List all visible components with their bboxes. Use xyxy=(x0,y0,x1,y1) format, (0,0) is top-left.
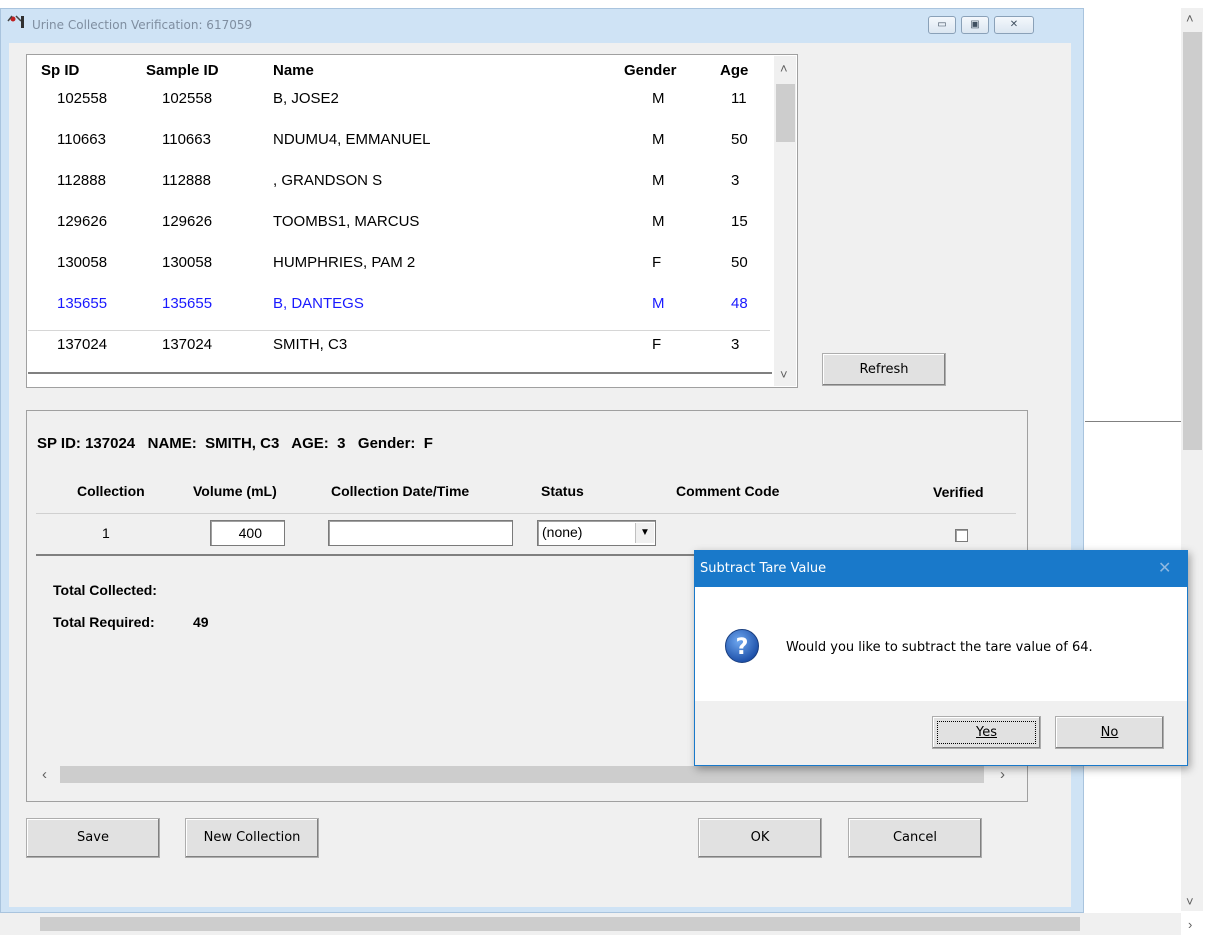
grid-cell-name[interactable]: B, DANTEGS xyxy=(273,295,364,312)
grid-scroll-up-icon[interactable]: ˄ xyxy=(780,62,788,75)
grid-cell-name[interactable]: HUMPHRIES, PAM 2 xyxy=(273,254,415,271)
grid-cell-sp-id[interactable]: 102558 xyxy=(57,90,107,107)
grid-scroll-down-icon[interactable]: ˅ xyxy=(780,368,788,381)
grid-cell-sp-id[interactable]: 110663 xyxy=(57,131,106,148)
grid-cell-age[interactable]: 11 xyxy=(731,90,747,107)
grid-cell-sample-id[interactable]: 102558 xyxy=(162,90,212,107)
panel-scroll-right-icon[interactable]: › xyxy=(1000,767,1005,782)
grid-cell-sample-id[interactable]: 135655 xyxy=(162,295,212,312)
grid-cell-age[interactable]: 15 xyxy=(731,213,748,230)
col-header-gender[interactable]: Gender xyxy=(624,62,677,79)
grid-scroll-thumb[interactable] xyxy=(776,84,795,142)
new-collection-button[interactable]: New Collection xyxy=(185,818,319,858)
col-datetime-label: Collection Date/Time xyxy=(331,483,470,499)
col-volume-label: Volume (mL) xyxy=(193,483,277,499)
dialog-close-icon[interactable]: ✕ xyxy=(1158,558,1171,578)
grid-cell-age[interactable]: 50 xyxy=(731,254,748,271)
grid-cell-sp-id[interactable]: 135655 xyxy=(57,295,107,312)
grid-cell-name[interactable]: B, JOSE2 xyxy=(273,90,339,107)
grid-cell-gender[interactable]: M xyxy=(652,131,665,148)
grid-row-separator xyxy=(28,330,770,331)
cancel-button[interactable]: Cancel xyxy=(848,818,982,858)
participant-summary: SP ID: 137024 NAME: SMITH, C3 AGE: 3 Gen… xyxy=(37,435,433,452)
svg-text:?: ? xyxy=(736,635,749,660)
focus-outline xyxy=(937,721,1036,744)
volume-input[interactable]: 400 xyxy=(210,520,285,546)
no-button[interactable]: No xyxy=(1055,716,1164,749)
window-title: Urine Collection Verification: 617059 xyxy=(32,18,253,32)
scroll-up-icon[interactable]: ˄ xyxy=(1186,12,1194,25)
scroll-down-icon[interactable]: ˅ xyxy=(1186,895,1194,908)
total-required-label: Total Required: xyxy=(53,614,155,630)
background-divider xyxy=(1085,421,1181,422)
ok-button[interactable]: OK xyxy=(698,818,822,858)
verified-checkbox[interactable] xyxy=(955,529,968,542)
panel-horizontal-scroll-thumb[interactable] xyxy=(60,766,984,783)
grid-cell-sample-id[interactable]: 110663 xyxy=(162,131,211,148)
grid-cell-sp-id[interactable]: 129626 xyxy=(57,213,107,230)
detail-row-top-line xyxy=(36,513,1016,514)
col-verified-label: Verified xyxy=(933,484,984,500)
collection-datetime-input[interactable] xyxy=(328,520,513,546)
grid-cell-gender[interactable]: F xyxy=(652,254,661,271)
grid-cell-gender[interactable]: M xyxy=(652,213,665,230)
save-button[interactable]: Save xyxy=(26,818,160,858)
grid-cell-gender[interactable]: F xyxy=(652,336,661,353)
col-header-sp-id[interactable]: Sp ID xyxy=(41,62,79,79)
yes-button[interactable]: Yes xyxy=(932,716,1041,749)
col-header-name[interactable]: Name xyxy=(273,62,314,79)
col-collection-label: Collection xyxy=(77,483,145,499)
app-icon xyxy=(7,15,24,28)
grid-cell-sample-id[interactable]: 130058 xyxy=(162,254,212,271)
grid-cell-name[interactable]: TOOMBS1, MARCUS xyxy=(273,213,419,230)
grid-cell-age[interactable]: 48 xyxy=(731,295,748,312)
scroll-right-icon[interactable]: › xyxy=(1188,918,1192,931)
collection-number: 1 xyxy=(102,525,110,541)
grid-cell-gender[interactable]: M xyxy=(652,172,665,189)
grid-cell-sp-id[interactable]: 130058 xyxy=(57,254,107,271)
question-icon: ? xyxy=(725,629,759,663)
col-header-age[interactable]: Age xyxy=(720,62,748,79)
panel-scroll-left-icon[interactable]: ‹ xyxy=(42,767,47,782)
outer-horizontal-scroll-thumb[interactable] xyxy=(40,917,1080,931)
col-status-label: Status xyxy=(541,483,584,499)
maximize-button[interactable]: ▣ xyxy=(961,16,989,34)
total-required-value: 49 xyxy=(193,614,209,630)
no-button-label: No xyxy=(1100,725,1119,740)
refresh-button[interactable]: Refresh xyxy=(822,353,946,386)
close-button[interactable]: ✕ xyxy=(994,16,1034,34)
total-collected-label: Total Collected: xyxy=(53,582,157,598)
dialog-message: Would you like to subtract the tare valu… xyxy=(786,640,1093,655)
grid-cell-sp-id[interactable]: 112888 xyxy=(57,172,106,189)
outer-vertical-scroll-thumb[interactable] xyxy=(1183,32,1202,450)
grid-cell-age[interactable]: 3 xyxy=(731,172,739,189)
grid-cell-name[interactable]: SMITH, C3 xyxy=(273,336,347,353)
grid-cell-sp-id[interactable]: 137024 xyxy=(57,336,107,353)
chevron-down-icon[interactable]: ▼ xyxy=(635,523,654,543)
minimize-button[interactable]: ▭ xyxy=(928,16,956,34)
grid-cell-gender[interactable]: M xyxy=(652,295,665,312)
status-select-value: (none) xyxy=(542,524,583,540)
grid-cell-sample-id[interactable]: 137024 xyxy=(162,336,212,353)
grid-cell-sample-id[interactable]: 112888 xyxy=(162,172,211,189)
grid-cell-name[interactable]: , GRANDSON S xyxy=(273,172,382,189)
grid-cell-gender[interactable]: M xyxy=(652,90,665,107)
col-header-sample-id[interactable]: Sample ID xyxy=(146,62,219,79)
grid-cell-name[interactable]: NDUMU4, EMMANUEL xyxy=(273,131,431,148)
grid-cell-age[interactable]: 50 xyxy=(731,131,748,148)
grid-cell-sample-id[interactable]: 129626 xyxy=(162,213,212,230)
dialog-title: Subtract Tare Value xyxy=(700,561,827,576)
grid-divider xyxy=(28,372,772,374)
status-select[interactable]: (none) ▼ xyxy=(537,520,656,546)
grid-cell-age[interactable]: 3 xyxy=(731,336,739,353)
col-comment-label: Comment Code xyxy=(676,483,780,499)
